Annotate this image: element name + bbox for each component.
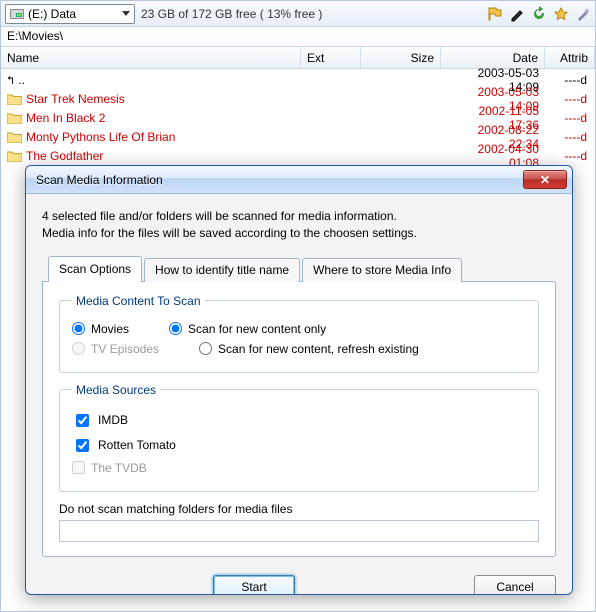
tab-store-media-info[interactable]: Where to store Media Info xyxy=(302,258,462,282)
row-attrib: ----d xyxy=(545,111,595,125)
row-size xyxy=(361,150,441,162)
radio-movies-wrap[interactable]: Movies xyxy=(72,322,129,336)
check-tvdb xyxy=(72,461,85,474)
col-header-attrib[interactable]: Attrib xyxy=(545,47,595,68)
folder-icon xyxy=(7,150,22,162)
row-size xyxy=(361,131,441,143)
tab-strip: Scan Options How to identify title name … xyxy=(48,255,556,281)
wand-icon[interactable] xyxy=(575,6,591,22)
free-space-text: 23 GB of 172 GB free ( 13% free ) xyxy=(141,7,322,21)
close-button[interactable]: ✕ xyxy=(523,170,567,189)
check-tvdb-label: The TVDB xyxy=(91,461,147,475)
radio-new-only-wrap[interactable]: Scan for new content only xyxy=(169,322,326,336)
radio-new-only-label: Scan for new content only xyxy=(188,322,326,336)
row-attrib: ----d xyxy=(545,149,595,163)
folder-icon xyxy=(7,131,22,143)
chevron-down-icon xyxy=(122,11,130,16)
row-name: Star Trek Nemesis xyxy=(26,92,125,106)
file-list: ↰..2003-05-03 14:09----dStar Trek Nemesi… xyxy=(1,69,595,165)
row-name: .. xyxy=(18,73,25,87)
dialog-title: Scan Media Information xyxy=(36,173,163,187)
toolbar-icons xyxy=(487,6,591,22)
close-icon: ✕ xyxy=(540,173,550,187)
check-tvdb-wrap: The TVDB xyxy=(72,461,526,475)
table-row[interactable]: The Godfather2002-04-30 01:08----d xyxy=(1,146,595,165)
radio-tv-wrap: TV Episodes xyxy=(72,342,159,356)
row-size xyxy=(361,74,441,86)
drive-label: (E:) Data xyxy=(28,7,76,21)
radio-refresh-label: Scan for new content, refresh existing xyxy=(218,342,419,356)
row-name: Monty Pythons Life Of Brian xyxy=(26,130,175,144)
radio-tv-label: TV Episodes xyxy=(91,342,159,356)
check-imdb[interactable] xyxy=(76,414,89,427)
dialog-intro: 4 selected file and/or folders will be s… xyxy=(42,208,556,243)
toolbar: (E:) Data 23 GB of 172 GB free ( 13% fre… xyxy=(1,1,595,27)
check-rotten-tomato[interactable] xyxy=(76,439,89,452)
cancel-button[interactable]: Cancel xyxy=(474,575,556,595)
row-size xyxy=(361,112,441,124)
radio-refresh-wrap[interactable]: Scan for new content, refresh existing xyxy=(199,342,419,356)
intro-line1: 4 selected file and/or folders will be s… xyxy=(42,208,556,225)
check-rt-label: Rotten Tomato xyxy=(98,438,176,452)
drive-icon xyxy=(10,9,24,19)
row-name: Men In Black 2 xyxy=(26,111,105,125)
flag-icon[interactable] xyxy=(487,6,503,22)
up-dir-icon: ↰ xyxy=(7,73,14,87)
radio-refresh-existing[interactable] xyxy=(199,342,212,355)
dialog-titlebar[interactable]: Scan Media Information ✕ xyxy=(26,166,572,194)
col-header-size[interactable]: Size xyxy=(361,47,441,68)
exclude-input[interactable] xyxy=(59,520,539,542)
row-attrib: ----d xyxy=(545,92,595,106)
radio-movies-label: Movies xyxy=(91,322,129,336)
group-media-content-legend: Media Content To Scan xyxy=(72,294,205,308)
folder-icon xyxy=(7,93,22,105)
radio-movies[interactable] xyxy=(72,322,85,335)
group-media-content: Media Content To Scan Movies Scan for ne… xyxy=(59,294,539,373)
check-imdb-label: IMDB xyxy=(98,413,128,427)
dialog-buttons: Start Cancel xyxy=(26,565,572,595)
refresh-icon[interactable] xyxy=(531,6,547,22)
row-name: The Godfather xyxy=(26,149,103,163)
path-bar[interactable]: E:\Movies\ xyxy=(1,27,595,47)
tab-identify-title[interactable]: How to identify title name xyxy=(144,258,300,282)
row-size xyxy=(361,93,441,105)
exclude-label: Do not scan matching folders for media f… xyxy=(59,502,539,516)
tab-panel-scan-options: Media Content To Scan Movies Scan for ne… xyxy=(42,281,556,557)
row-attrib: ----d xyxy=(545,130,595,144)
col-header-ext[interactable]: Ext xyxy=(301,47,361,68)
scan-media-dialog: Scan Media Information ✕ 4 selected file… xyxy=(25,165,573,595)
tab-scan-options[interactable]: Scan Options xyxy=(48,256,142,282)
folder-icon xyxy=(7,112,22,124)
group-media-sources: Media Sources IMDB Rotten Tomato The TVD… xyxy=(59,383,539,492)
intro-line2: Media info for the files will be saved a… xyxy=(42,225,556,242)
radio-new-only[interactable] xyxy=(169,322,182,335)
col-header-name[interactable]: Name xyxy=(1,47,301,68)
group-media-sources-legend: Media Sources xyxy=(72,383,160,397)
drive-selector[interactable]: (E:) Data xyxy=(5,4,135,24)
check-imdb-wrap[interactable]: IMDB xyxy=(72,411,526,430)
check-rt-wrap[interactable]: Rotten Tomato xyxy=(72,436,526,455)
pen-icon[interactable] xyxy=(509,6,525,22)
start-button[interactable]: Start xyxy=(213,575,295,595)
radio-tv-episodes xyxy=(72,342,85,355)
favorite-icon[interactable] xyxy=(553,6,569,22)
row-attrib: ----d xyxy=(545,73,595,87)
